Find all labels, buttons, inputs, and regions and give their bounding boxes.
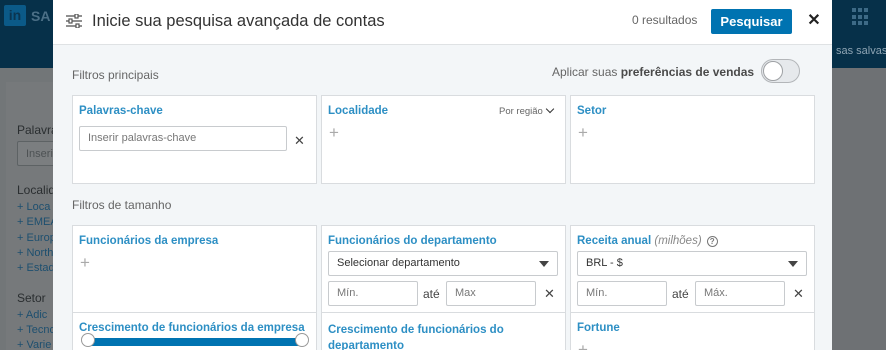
clear-keywords-icon[interactable]: ✕ <box>294 134 305 147</box>
fortune-label: Fortune <box>577 322 620 334</box>
background-right <box>832 68 886 350</box>
currency-select[interactable]: BRL - $ <box>577 251 807 276</box>
background-saved-link: sas salvas <box>836 45 886 57</box>
location-label: Localidade <box>328 105 389 117</box>
modal-header: Inicie sua pesquisa avançada de contas 0… <box>53 0 832 45</box>
location-card: Localidade Por região + <box>321 95 566 184</box>
revenue-max-input[interactable]: Máx. <box>695 281 785 306</box>
company-growth-card: Crescimento de funcionários da empresa <box>72 312 317 350</box>
background-location-link: + Europ <box>17 232 56 244</box>
caret-down-icon <box>539 261 549 267</box>
company-employees-label: Funcionários da empresa <box>79 235 219 247</box>
size-filters-title: Filtros de tamanho <box>72 198 172 212</box>
help-icon[interactable]: ? <box>706 236 718 247</box>
main-filters-title: Filtros principais <box>72 68 159 82</box>
range-min-handle[interactable] <box>81 333 95 347</box>
background-location-link: + Estad <box>17 262 55 274</box>
sector-card: Setor + <box>570 95 815 184</box>
advanced-search-modal: Inicie sua pesquisa avançada de contas 0… <box>53 0 832 350</box>
background-location-link: + North <box>17 247 54 259</box>
background-brand: SA <box>31 8 51 24</box>
range-max-handle[interactable] <box>295 333 309 347</box>
annual-revenue-card: Receita anual (milhões)? BRL - $ Mín. at… <box>570 225 815 314</box>
linkedin-logo-icon: in <box>4 5 26 26</box>
background-location-link: + EMEA <box>17 216 58 228</box>
add-sector-plus-icon[interactable]: + <box>578 124 588 141</box>
company-growth-label: Crescimento de funcionários da empresa <box>79 322 305 334</box>
range-to-label: até <box>423 287 440 301</box>
background-sector-link: + Adic <box>17 309 48 321</box>
growth-range-track[interactable] <box>88 338 306 346</box>
company-employees-card: Funcionários da empresa + <box>72 225 317 314</box>
background-sector-link: + Varie <box>17 339 52 350</box>
caret-down-icon <box>788 261 798 267</box>
region-dropdown[interactable]: Por região <box>499 104 555 117</box>
department-growth-label: Crescimento de funcionários do departamen… <box>328 324 504 350</box>
department-max-input[interactable]: Max <box>446 281 536 306</box>
keywords-input[interactable]: Inserir palavras-chave <box>79 126 287 151</box>
result-count: 0 resultados <box>632 13 698 27</box>
keywords-card: Palavras-chave Inserir palavras-chave ✕ <box>72 95 317 184</box>
close-icon[interactable]: ✕ <box>804 10 824 32</box>
department-employees-label: Funcionários do departamento <box>328 235 497 247</box>
department-employees-card: Funcionários do departamento Selecionar … <box>321 225 566 314</box>
add-fortune-plus-icon[interactable]: + <box>578 341 588 350</box>
background-label-location: Localid <box>17 183 56 197</box>
department-growth-card: Crescimento de funcionários do departamen… <box>321 312 566 350</box>
annual-revenue-label: Receita anual (milhões)? <box>577 235 718 247</box>
preferences-label: Aplicar suas preferências de vendas <box>552 65 755 79</box>
clear-revenue-icon[interactable]: ✕ <box>793 287 804 300</box>
background-location-link: + Loca <box>17 201 51 213</box>
department-select[interactable]: Selecionar departamento <box>328 251 558 276</box>
department-min-input[interactable]: Mín. <box>328 281 418 306</box>
range-to-label: até <box>672 287 689 301</box>
add-location-plus-icon[interactable]: + <box>329 124 339 141</box>
clear-department-icon[interactable]: ✕ <box>544 287 555 300</box>
add-company-employees-plus-icon[interactable]: + <box>80 254 90 271</box>
keywords-label: Palavras-chave <box>79 105 163 117</box>
toggle-knob <box>763 61 783 81</box>
apps-grid-icon <box>852 8 870 26</box>
background-label-sector: Setor <box>17 291 46 305</box>
search-button[interactable]: Pesquisar <box>711 9 792 34</box>
sliders-icon <box>66 14 82 28</box>
chevron-down-icon <box>545 104 555 114</box>
sector-label: Setor <box>577 105 607 117</box>
background-sector-link: + Tecno <box>17 324 56 336</box>
background-label-keywords: Palavra <box>17 123 58 137</box>
modal-title: Inicie sua pesquisa avançada de contas <box>92 12 385 30</box>
fortune-card: Fortune + <box>570 312 815 350</box>
preferences-toggle[interactable] <box>761 59 800 83</box>
revenue-min-input[interactable]: Mín. <box>577 281 667 306</box>
